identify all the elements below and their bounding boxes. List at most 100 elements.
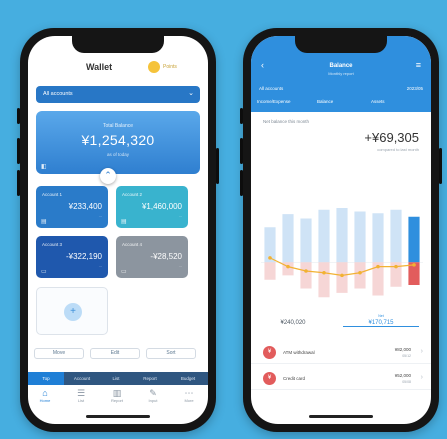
nav-input[interactable]: ✎ Input	[138, 388, 168, 403]
expense-bar	[354, 262, 366, 289]
tab-bar: Top Account List Report Budget	[28, 372, 208, 385]
list-item[interactable]: ¥ Credit card ¥52,000 05/08 ›	[251, 368, 431, 390]
move-button[interactable]: Move	[34, 348, 84, 359]
nav-more[interactable]: ⋯ More	[174, 388, 204, 403]
card-name: Account 1	[42, 192, 63, 197]
net-point	[322, 270, 326, 275]
nav-home[interactable]: ⌂ Home	[30, 388, 60, 403]
balance-caption: Net balance this month	[263, 119, 310, 124]
power-button	[216, 148, 219, 184]
nav-list[interactable]: ☰ List	[66, 388, 96, 403]
tab-report[interactable]: Report	[132, 372, 168, 385]
balance-sub: compared to last month	[377, 147, 419, 152]
expense-bar	[318, 262, 330, 298]
tab-list[interactable]: List	[100, 372, 132, 385]
coin-icon[interactable]	[148, 61, 160, 73]
wallet-icon: ◧	[41, 164, 47, 170]
filter-income-expense[interactable]: Income/Expense	[257, 99, 291, 104]
card-sub: ...	[98, 263, 102, 268]
list-icon: ☰	[76, 388, 86, 398]
sort-button[interactable]: Sort	[146, 348, 196, 359]
income-bar	[336, 208, 348, 263]
month-selector[interactable]: 2023/05	[407, 86, 423, 91]
account-selector[interactable]: All accounts	[259, 86, 283, 91]
chevron-right-icon: ›	[420, 374, 423, 381]
income-bar	[318, 209, 330, 263]
screen-wallet: Wallet Points All accounts ⌄ Total Balan…	[28, 36, 208, 424]
income-bar	[372, 213, 384, 263]
card-value: ¥1,460,000	[141, 202, 182, 211]
income-bar	[300, 218, 312, 263]
points-label[interactable]: Points	[163, 64, 177, 70]
card-value: -¥322,190	[65, 252, 102, 261]
screen-report: ‹ Balance Monthly report ≡ All accounts …	[251, 36, 431, 424]
net-point	[376, 264, 380, 269]
notch	[295, 36, 387, 53]
segment-caption: Net	[378, 314, 384, 318]
segment-right[interactable]: Net ¥170,715	[343, 314, 419, 327]
home-indicator[interactable]	[309, 415, 373, 418]
nav-label: Input	[148, 398, 158, 403]
mute-switch	[17, 108, 20, 124]
card-value: -¥28,520	[150, 252, 182, 261]
account-card[interactable]: Account 2 ¥1,460,000 ... ▤	[116, 186, 188, 228]
mute-switch	[240, 108, 243, 124]
menu-icon[interactable]: ≡	[416, 60, 421, 70]
balance-amount: +¥69,305	[364, 130, 419, 145]
pen-icon: ✎	[149, 388, 157, 398]
total-caption: Total Balance	[102, 123, 134, 129]
nav-label: More	[184, 398, 194, 403]
income-bar	[390, 209, 402, 263]
expense-bar	[336, 262, 348, 293]
chevron-down-icon: ⌄	[188, 90, 194, 97]
plus-icon: +	[64, 303, 82, 321]
volume-down-button	[17, 170, 20, 196]
account-card[interactable]: Account 1 ¥233,400 ... ▤	[36, 186, 108, 228]
edit-button[interactable]: Edit	[90, 348, 140, 359]
volume-up-button	[240, 138, 243, 164]
card-value: ¥233,400	[68, 202, 102, 211]
filter-bar: Income/Expense Balance Assets	[257, 99, 425, 109]
bank-icon: ▤	[121, 219, 127, 225]
app-header: Wallet Points	[28, 58, 208, 80]
page-subtitle: Monthly report	[328, 71, 354, 76]
card-name: Account 3	[42, 242, 63, 247]
income-bar	[354, 211, 366, 263]
tab-account[interactable]: Account	[64, 372, 100, 385]
home-indicator[interactable]	[86, 415, 150, 418]
card-sub: ...	[98, 213, 102, 218]
nav-label: Home	[39, 398, 51, 403]
account-selector-label: All accounts	[43, 91, 73, 97]
account-card[interactable]: Account 4 -¥28,520 ... ▭	[116, 236, 188, 278]
segment-right-value: ¥170,715	[368, 320, 394, 326]
filter-balance[interactable]: Balance	[317, 99, 333, 104]
account-selector[interactable]: All accounts ⌄	[36, 86, 200, 103]
account-card[interactable]: Account 3 -¥322,190 ... ▭	[36, 236, 108, 278]
segment-control: ¥240,020 Net ¥170,715	[251, 314, 431, 334]
tab-budget[interactable]: Budget	[168, 372, 208, 385]
balance-chart[interactable]	[251, 196, 431, 316]
segment-left[interactable]: ¥240,020	[255, 320, 331, 326]
nav-label: Report	[110, 398, 123, 403]
add-account-button[interactable]: +	[36, 287, 108, 335]
expand-button[interactable]: ⌃	[100, 168, 116, 184]
tab-top[interactable]: Top	[28, 372, 64, 385]
net-point	[340, 273, 344, 278]
net-point	[268, 256, 272, 260]
volume-down-button	[240, 170, 243, 196]
filter-assets[interactable]: Assets	[371, 99, 385, 104]
card-sub: ...	[178, 263, 182, 268]
nav-report[interactable]: ▥ Report	[102, 388, 132, 403]
list-item[interactable]: ¥ ATM withdrawal ¥82,000 05/12 ›	[251, 342, 431, 364]
expense-bar	[300, 262, 312, 289]
notch	[72, 36, 164, 53]
row-date: 05/12	[402, 354, 411, 358]
total-balance-card[interactable]: Total Balance ¥1,254,320 as of today ◧	[36, 111, 200, 174]
expense-bar	[264, 262, 276, 280]
row-value: ¥82,000	[394, 347, 411, 352]
action-bar: Move Edit Sort	[34, 348, 202, 360]
more-icon: ⋯	[184, 388, 194, 398]
row-value: ¥52,000	[394, 373, 411, 378]
page-title: Balance	[329, 63, 353, 69]
credit-card-icon: ▭	[41, 269, 47, 275]
